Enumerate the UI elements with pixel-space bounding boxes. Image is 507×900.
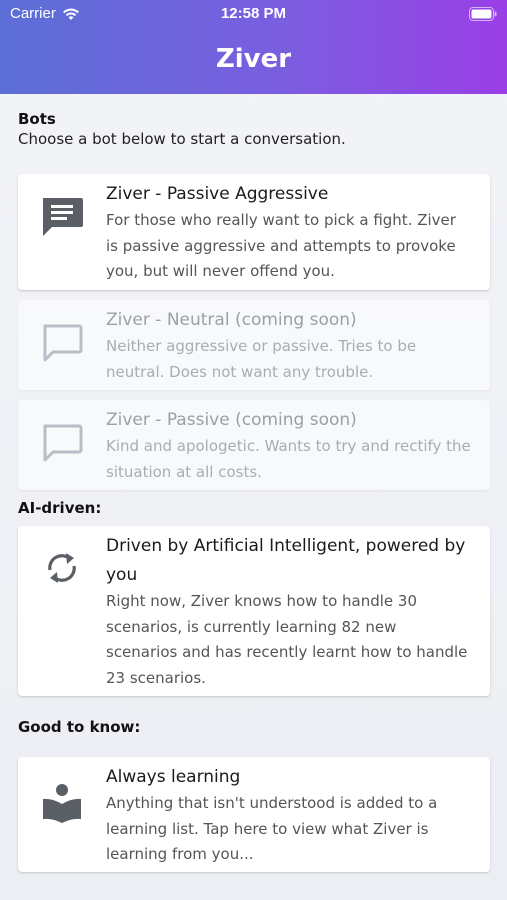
always-learning-card[interactable]: Always learning Anything that isn't unde… bbox=[18, 757, 490, 872]
bot-card-title: Ziver - Passive Aggressive bbox=[106, 184, 329, 204]
battery-icon bbox=[469, 7, 497, 21]
chat-outline-icon bbox=[40, 320, 84, 364]
nav-header: Carrier 12:58 PM Ziver bbox=[0, 0, 507, 94]
info-card-description: Anything that isn't understood is added … bbox=[106, 794, 438, 863]
ai-card-description: Right now, Ziver knows how to handle 30 … bbox=[106, 592, 468, 687]
ai-card-title: Driven by Artificial Intelligent, powere… bbox=[106, 536, 466, 585]
bot-card-passive-aggressive[interactable]: Ziver - Passive Aggressive For those who… bbox=[18, 174, 490, 290]
clock: 12:58 PM bbox=[220, 5, 287, 22]
bots-section-title: Bots bbox=[18, 110, 56, 128]
bot-card-title: Ziver - Passive (coming soon) bbox=[106, 410, 357, 430]
bot-card-description: Kind and apologetic. Wants to try and re… bbox=[106, 437, 471, 481]
status-bar: Carrier 12:58 PM bbox=[0, 5, 507, 23]
bot-card-passive: Ziver - Passive (coming soon) Kind and a… bbox=[18, 400, 490, 490]
page-title: Ziver bbox=[215, 44, 292, 74]
ai-section-title: AI-driven: bbox=[18, 499, 102, 517]
bot-card-title: Ziver - Neutral (coming soon) bbox=[106, 310, 357, 330]
bot-card-description: For those who really want to pick a figh… bbox=[106, 211, 456, 280]
reading-person-icon bbox=[40, 781, 84, 825]
info-card-title: Always learning bbox=[106, 767, 241, 787]
chat-filled-icon bbox=[40, 194, 84, 238]
bot-card-neutral: Ziver - Neutral (coming soon) Neither ag… bbox=[18, 300, 490, 390]
chat-outline-icon bbox=[40, 420, 84, 464]
sync-icon bbox=[40, 546, 84, 590]
ai-driven-card[interactable]: Driven by Artificial Intelligent, powere… bbox=[18, 526, 490, 696]
info-section-title: Good to know: bbox=[18, 718, 141, 736]
bots-section-subtitle: Choose a bot below to start a conversati… bbox=[18, 130, 346, 148]
bot-card-description: Neither aggressive or passive. Tries to … bbox=[106, 337, 417, 381]
